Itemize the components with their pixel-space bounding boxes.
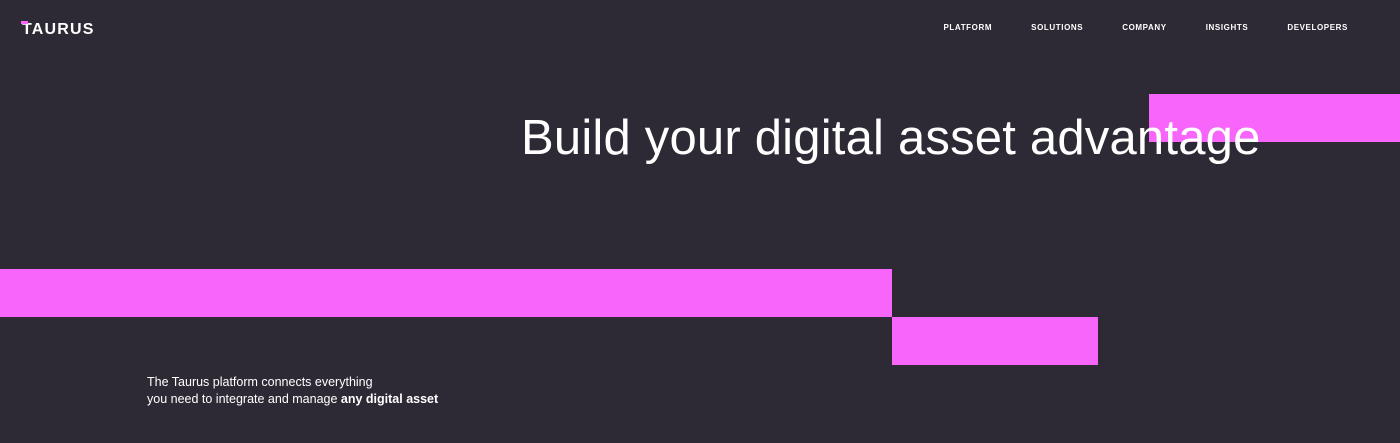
- nav-item-insights[interactable]: INSIGHTS: [1206, 22, 1249, 34]
- logo-text: TAURUS: [22, 21, 95, 38]
- logo-accent-mark: [21, 21, 28, 24]
- decorative-bar-long: [0, 269, 892, 317]
- main-nav: PLATFORM SOLUTIONS COMPANY INSIGHTS DEVE…: [904, 22, 1348, 34]
- tagline-line-2: you need to integrate and manage any dig…: [147, 391, 438, 408]
- hero-headline: Build your digital asset advantage: [521, 111, 1261, 165]
- taurus-logo[interactable]: TAURUS: [21, 20, 95, 40]
- nav-item-company[interactable]: COMPANY: [1122, 22, 1167, 34]
- tagline-line-1: The Taurus platform connects everything: [147, 375, 373, 389]
- nav-item-platform[interactable]: PLATFORM: [943, 22, 992, 34]
- nav-item-solutions[interactable]: SOLUTIONS: [1031, 22, 1083, 34]
- nav-item-developers[interactable]: DEVELOPERS: [1287, 22, 1348, 34]
- hero-tagline: The Taurus platform connects everything …: [147, 374, 438, 408]
- tagline-line-2-text: you need to integrate and manage: [147, 392, 341, 406]
- decorative-block-step: [892, 317, 1098, 365]
- logo-wordmark: TAURUS: [21, 20, 95, 40]
- tagline-emphasis: any digital asset: [340, 392, 439, 406]
